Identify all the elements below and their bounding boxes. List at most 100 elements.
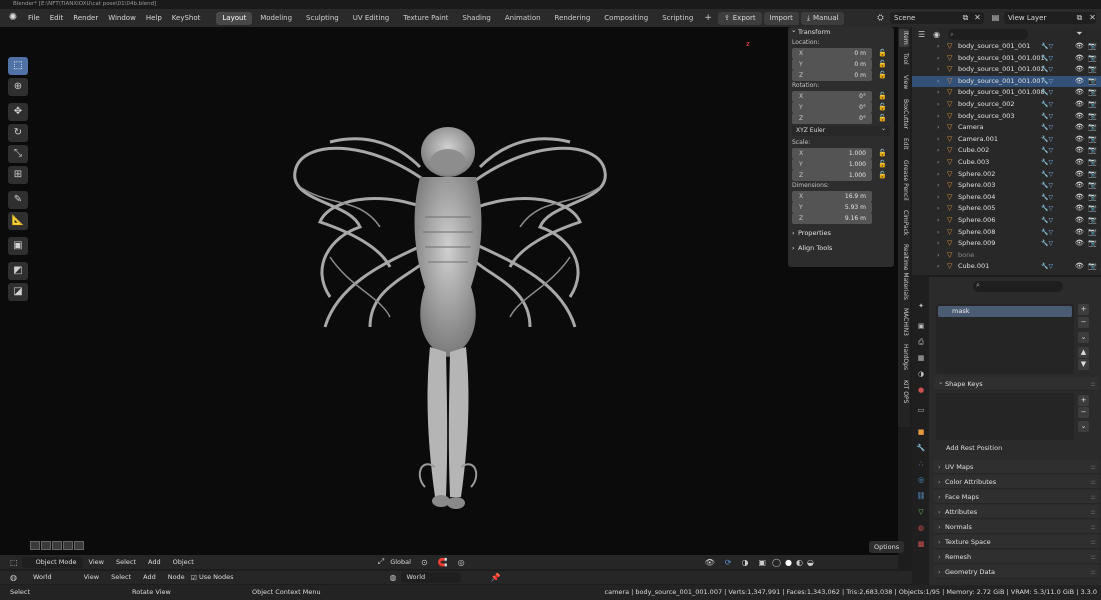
vertex-group-item[interactable]: mask — [938, 306, 1072, 317]
modifier-icon[interactable]: 🔧▽ — [1041, 180, 1053, 192]
delete-scene-icon[interactable]: ✕ — [972, 12, 983, 23]
modifier-icon[interactable]: 🔧▽ — [1041, 203, 1053, 215]
move-tool[interactable]: ✥ — [8, 103, 28, 121]
tab-grease-pencil[interactable]: Grease Pencil — [899, 157, 909, 203]
camera-icon[interactable]: 📷 — [1088, 64, 1097, 76]
camera-icon[interactable]: 📷 — [1088, 53, 1097, 65]
eye-icon[interactable]: 👁 — [1075, 134, 1084, 146]
outliner-row[interactable]: › ▽ Sphere.009 🔧▽ 👁 📷 — [912, 238, 1101, 250]
mode-selector[interactable]: Object Mode — [21, 556, 83, 568]
scale-x-field[interactable]: X 1.000 🔓 — [792, 148, 887, 159]
vertex-group-menu-button[interactable]: ⌄ — [1078, 332, 1089, 343]
cursor-tool[interactable]: ⊕ — [8, 78, 28, 96]
face-maps-panel[interactable]: Face Maps:::: — [934, 490, 1099, 504]
tab-sculpting[interactable]: Sculpting — [300, 12, 345, 25]
new-view-layer-icon[interactable]: ⧉ — [1074, 12, 1085, 23]
collection-props-icon[interactable]: ▭ — [916, 405, 926, 415]
tab-scripting[interactable]: Scripting — [656, 12, 699, 25]
outliner-row[interactable]: › ▽ body_source_002 🔧▽ 👁 📷 — [912, 99, 1101, 111]
z-axis-gizmo[interactable]: z — [746, 40, 750, 48]
outliner-row[interactable]: › ▽ Cube.001 🔧▽ 👁 📷 — [912, 261, 1101, 273]
menu-keyshot[interactable]: KeyShot — [167, 9, 206, 27]
menu-edit[interactable]: Edit — [45, 9, 69, 27]
scale-z-field[interactable]: Z 1.000 🔓 — [792, 170, 887, 181]
eye-icon[interactable]: 👁 — [1075, 76, 1084, 88]
pivot-icon[interactable]: ⊙ — [421, 558, 428, 567]
solid-shading-icon[interactable]: ● — [785, 558, 792, 567]
location-z-field[interactable]: Z0 m 🔓 — [792, 70, 887, 81]
menu-select[interactable]: Select — [110, 557, 142, 568]
rotation-z-field[interactable]: Z 0° 🔓 — [792, 113, 887, 124]
scale-tool[interactable]: ⤡ — [8, 145, 28, 163]
world-props-icon[interactable]: ● — [916, 385, 926, 395]
outliner-row[interactable]: › ▽ Sphere.008 🔧▽ 👁 📷 — [912, 227, 1101, 239]
outliner-row[interactable]: › ▽ body_source_003 🔧▽ 👁 📷 — [912, 111, 1101, 123]
vertex-groups-list[interactable]: mask — [936, 304, 1074, 374]
export-button[interactable]: ⇪ Export — [717, 11, 762, 25]
eye-icon[interactable]: 👁 — [1075, 157, 1084, 169]
tab-animation[interactable]: Animation — [499, 12, 547, 25]
properties-subpanel[interactable]: Properties — [788, 227, 894, 239]
rotation-y-field[interactable]: Y 0° 🔓 — [792, 102, 887, 113]
remesh-panel[interactable]: Remesh:::: — [934, 550, 1099, 564]
delete-view-layer-icon[interactable]: ✕ — [1087, 12, 1098, 23]
camera-icon[interactable]: 📷 — [1088, 134, 1097, 146]
camera-icon[interactable]: 📷 — [1088, 41, 1097, 53]
lock-icon[interactable]: 🔓 — [878, 91, 887, 102]
outliner-row[interactable]: › ▽ body_source_001_001.002 🔧▽ 👁 📷 — [912, 64, 1101, 76]
rotate-tool[interactable]: ↻ — [8, 124, 28, 142]
eye-icon[interactable]: 👁 — [1075, 111, 1084, 123]
outliner-row[interactable]: › ▽ Cube.002 🔧▽ 👁 📷 — [912, 145, 1101, 157]
lock-icon[interactable]: 🔓 — [878, 102, 887, 113]
tab-texture-paint[interactable]: Texture Paint — [397, 12, 454, 25]
menu-object[interactable]: Object — [167, 557, 200, 568]
outliner-item-name[interactable]: Sphere.002 — [958, 170, 995, 178]
world-datablock-field[interactable]: World — [400, 572, 461, 583]
snap-icon[interactable]: 🧲 — [438, 558, 448, 567]
outliner-item-name[interactable]: Sphere.003 — [958, 181, 995, 189]
expand-arrow-icon[interactable]: › — [937, 180, 939, 192]
move-down-button[interactable]: ▼ — [1078, 359, 1089, 370]
tab-kitops[interactable]: KIT OPS — [899, 377, 909, 407]
options-dropdown[interactable]: Options — [869, 541, 905, 553]
camera-icon[interactable]: 📷 — [1088, 203, 1097, 215]
eye-icon[interactable]: 👁 — [1075, 215, 1084, 227]
menu-render[interactable]: Render — [68, 9, 103, 27]
modifier-icon[interactable]: 🔧▽ — [1041, 169, 1053, 181]
expand-arrow-icon[interactable]: › — [937, 261, 939, 273]
3d-viewport[interactable]: ⬚ ⊕ ✥ ↻ ⤡ ⊞ ✎ 📐 ▣ ◩ ◪ — [0, 27, 898, 555]
modifier-icon[interactable]: 🔧▽ — [1041, 215, 1053, 227]
menu-file[interactable]: File — [23, 9, 45, 27]
align-tools-subpanel[interactable]: Align Tools — [788, 242, 894, 254]
camera-icon[interactable]: 📷 — [1088, 261, 1097, 273]
expand-arrow-icon[interactable]: › — [937, 111, 939, 123]
properties-search-input[interactable]: ⌕ — [973, 281, 1063, 292]
modifier-icon[interactable]: 🔧▽ — [1041, 99, 1053, 111]
expand-arrow-icon[interactable]: › — [937, 122, 939, 134]
outliner-row[interactable]: › ▽ body_source_001_001.007 🔧▽ 👁 📷 — [912, 75, 1101, 88]
outliner-item-name[interactable]: Sphere.009 — [958, 239, 995, 247]
output-props-icon[interactable]: ⎙ — [916, 337, 926, 347]
outliner-row[interactable]: › ▽ Cube.003 🔧▽ 👁 📷 — [912, 157, 1101, 169]
eye-icon[interactable]: 👁 — [1075, 227, 1084, 239]
eye-icon[interactable]: 👁 — [1075, 145, 1084, 157]
node-editor-type-icon[interactable]: ◍ — [10, 573, 17, 582]
dimensions-x-field[interactable]: X 16.9 m — [792, 191, 872, 202]
expand-arrow-icon[interactable]: › — [937, 215, 939, 227]
menu-help[interactable]: Help — [141, 9, 167, 27]
expand-arrow-icon[interactable]: › — [937, 76, 939, 88]
outliner-item-name[interactable]: body_source_002 — [958, 100, 1015, 108]
modifier-icon[interactable]: 🔧▽ — [1041, 145, 1053, 157]
node-menu-select[interactable]: Select — [105, 572, 137, 583]
shape-key-menu-button[interactable]: ⌄ — [1078, 421, 1089, 432]
camera-icon[interactable]: 📷 — [1088, 145, 1097, 157]
modifier-icon[interactable]: 🔧▽ — [1041, 64, 1053, 76]
tab-hardops[interactable]: HardOps — [899, 343, 909, 371]
outliner-row[interactable]: › ▽ Sphere.006 🔧▽ 👁 📷 — [912, 215, 1101, 227]
expand-arrow-icon[interactable]: › — [937, 203, 939, 215]
eye-icon[interactable]: 👁 — [1075, 238, 1084, 250]
data-props-icon[interactable]: ▽ — [916, 507, 926, 517]
expand-arrow-icon[interactable]: › — [937, 64, 939, 76]
tab-machin3[interactable]: MACHIN3 — [899, 307, 909, 337]
outliner-item-name[interactable]: body_source_001_001.007 — [958, 77, 1045, 85]
